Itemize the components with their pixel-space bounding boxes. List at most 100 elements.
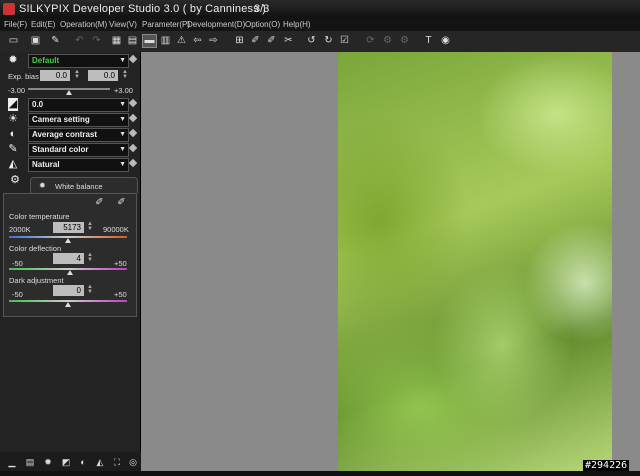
next-icon[interactable]: ⇨ (206, 34, 221, 48)
sharpness-tool-icon[interactable]: ◭ (94, 456, 106, 468)
exposure-tool-icon[interactable]: ▤ (24, 456, 36, 468)
dark-label: Dark adjustment (9, 276, 64, 285)
warning-icon[interactable]: ⚠ (174, 34, 189, 48)
split-view-icon[interactable]: ▤ (125, 34, 140, 48)
contrast-value: 0.0 (32, 100, 44, 109)
page-indicator: 3/3 (254, 3, 270, 15)
dark-min: -50 (12, 290, 23, 299)
deflection-min: -50 (12, 259, 23, 268)
white-balance-panel: ✐ ✐ Color temperature 2000K 5173 ▲ ▼ 9000… (3, 193, 137, 317)
reset-diamond-icon[interactable] (128, 128, 138, 138)
dark-spinner[interactable]: ▲ ▼ (86, 284, 94, 296)
mark-icon[interactable]: ☑ (337, 34, 352, 48)
menu-option[interactable]: Option(O) (245, 20, 280, 29)
develop-icon[interactable]: ⚙ (380, 34, 395, 48)
dark-max: +50 (114, 290, 127, 299)
undo-icon[interactable]: ↶ (72, 34, 87, 48)
open-file-icon[interactable]: ▣ (28, 34, 43, 48)
wb-picker-icon[interactable]: ✐ (248, 34, 263, 48)
chevron-down-icon: ▼ (119, 146, 126, 153)
menu-development[interactable]: Development(D) (187, 20, 245, 29)
rotate-right-icon[interactable]: ↻ (321, 34, 336, 48)
color-dropdown[interactable]: Standard color ▼ (28, 143, 129, 157)
wb-auto-icon[interactable]: ✐ (114, 196, 129, 210)
chevron-down-icon: ▼ (119, 57, 126, 64)
exposure-max: +3.00 (114, 86, 133, 95)
dark-field[interactable]: 0 (53, 285, 84, 296)
menu-bar: File(F) Edit(E) Operation(M) View(V) Par… (0, 18, 640, 31)
exposure-fine-field[interactable]: 0.0 (88, 70, 118, 81)
color-icon[interactable]: ◐ (77, 456, 89, 468)
menu-file[interactable]: File(F) (4, 20, 27, 29)
tab-white-balance[interactable]: ✹ White balance (30, 177, 138, 193)
camera-setting-value: Camera setting (32, 115, 90, 124)
redo-icon[interactable]: ↷ (89, 34, 104, 48)
color-temp-field[interactable]: 5173 (53, 222, 84, 233)
exposure-fine-spinner[interactable]: ▲ ▼ (121, 69, 129, 81)
deflection-spinner[interactable]: ▲ ▼ (86, 252, 94, 264)
taste-row: ✹ Default ▼ (0, 53, 140, 68)
menu-parameter[interactable]: Parameter(P) (142, 20, 190, 29)
reset-diamond-icon[interactable] (128, 98, 138, 108)
grid-icon[interactable]: ⊞ (232, 34, 247, 48)
previous-icon[interactable]: ⇦ (190, 34, 205, 48)
window-title: SILKYPIX Developer Studio 3.0 ( by Canni… (19, 3, 267, 15)
camera-setting-row: ☀ Camera setting ▼ (0, 112, 140, 127)
open-folder-icon[interactable]: ▭ (6, 34, 21, 48)
contrast-value-dropdown[interactable]: 0.0 ▼ (28, 98, 129, 112)
reset-diamond-icon[interactable] (128, 113, 138, 123)
eyedropper-icon[interactable]: ✎ (4, 143, 22, 156)
crop-icon[interactable]: ⛶ (111, 456, 123, 468)
contrast-circle-icon[interactable]: ◐ (4, 128, 22, 141)
color-temp-spinner[interactable]: ▲ ▼ (86, 221, 94, 233)
preview-area[interactable] (141, 52, 640, 471)
histogram-icon[interactable]: ▁ (6, 456, 18, 468)
contrast-dropdown-value: Average contrast (32, 130, 98, 139)
menu-help[interactable]: Help(H) (283, 20, 311, 29)
color-temp-max: 90000K (103, 225, 129, 234)
eraser-icon[interactable]: ✎ (48, 34, 63, 48)
refresh-icon[interactable]: ⟳ (363, 34, 378, 48)
spot-tool-icon[interactable]: ✂ (281, 34, 296, 48)
contrast-dropdown[interactable]: Average contrast ▼ (28, 128, 129, 142)
brightness-icon[interactable]: ☀ (4, 113, 22, 126)
reset-diamond-icon[interactable] (128, 158, 138, 168)
white-balance-icon[interactable]: ✹ (42, 456, 54, 468)
reset-diamond-icon[interactable] (128, 143, 138, 153)
wb-picker-icon[interactable]: ✐ (92, 196, 107, 210)
gear-icon[interactable]: ◉ (438, 34, 453, 48)
gray-picker-icon[interactable]: ✐ (264, 34, 279, 48)
hammer-icon[interactable]: T (421, 34, 436, 48)
color-row: ✎ Standard color ▼ (0, 142, 140, 157)
color-temp-label: Color temperature (9, 212, 70, 221)
watermark: #294226 (583, 460, 630, 471)
deflection-thumb[interactable] (67, 270, 73, 275)
menu-operation[interactable]: Operation(M) (60, 20, 107, 29)
batch-develop-icon[interactable]: ⚙ (397, 34, 412, 48)
sharpness-dropdown[interactable]: Natural ▼ (28, 158, 129, 172)
preview-view-icon[interactable]: ▬ (142, 34, 157, 48)
menu-view[interactable]: View(V) (109, 20, 137, 29)
camera-setting-dropdown[interactable]: Camera setting ▼ (28, 113, 129, 127)
color-temp-thumb[interactable] (65, 238, 71, 243)
exposure-label: Exp. bias (8, 72, 39, 81)
thumbnail-view-icon[interactable]: ▦ (109, 34, 124, 48)
dark-thumb[interactable] (65, 302, 71, 307)
taste-dropdown[interactable]: Default ▼ (28, 54, 129, 68)
exposure-spinner[interactable]: ▲ ▼ (73, 69, 81, 81)
menu-edit[interactable]: Edit(E) (31, 20, 55, 29)
exposure-slider-thumb[interactable] (66, 90, 72, 95)
exposure-field[interactable]: 0.0 (40, 70, 70, 81)
sharpness-icon[interactable]: ◭ (4, 158, 22, 171)
deflection-field[interactable]: 4 (53, 253, 84, 264)
tone-curve-icon[interactable]: ◩ (60, 456, 72, 468)
sharpness-dropdown-value: Natural (32, 160, 60, 169)
sun-icon[interactable]: ✹ (4, 54, 22, 67)
contrast-icon[interactable]: ◢ (8, 98, 18, 111)
sharpness-row: ◭ Natural ▼ (0, 157, 140, 172)
compare-view-icon[interactable]: ▥ (158, 34, 173, 48)
rotate-left-icon[interactable]: ↺ (304, 34, 319, 48)
toolbar: ▭ ▣ ✎ ↶ ↷ ▦ ▤ ▬ ▥ ⚠ ⇦ ⇨ ⊞ ✐ ✐ ✂ ↺ ↻ ☑ ⟳ … (0, 31, 640, 53)
reset-diamond-icon[interactable] (128, 54, 138, 64)
lens-icon[interactable]: ◎ (127, 456, 139, 468)
